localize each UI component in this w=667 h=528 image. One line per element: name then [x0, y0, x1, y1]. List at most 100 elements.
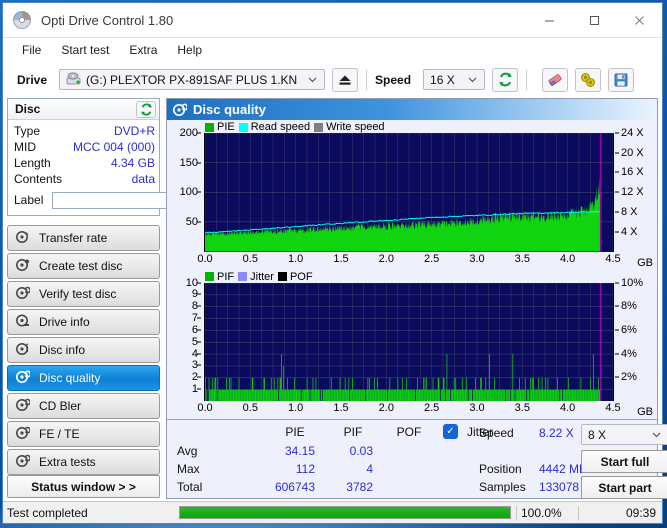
menu-start-test[interactable]: Start test	[52, 41, 118, 59]
start-part-button[interactable]: Start part	[581, 476, 667, 499]
menu-extra[interactable]: Extra	[120, 41, 166, 59]
stats-max-pif: 4	[366, 462, 373, 476]
axis-tick-label: 2.0	[378, 402, 394, 414]
disc-info-panel: Disc Type DVD+R MID MCC 004 (000) Length…	[7, 98, 224, 216]
row-key: MID	[14, 140, 36, 154]
axis-tick	[615, 171, 619, 173]
jitter-checkbox[interactable]: ✓	[443, 424, 458, 439]
sidebar-item-fe-te[interactable]: FE / TE	[7, 421, 160, 447]
pie-x-axis-labels: 0.0 0.5 1.0 1.5 2.0 2.5 3.0 3.5 4.0 4.5 GB	[197, 252, 653, 269]
chevron-down-icon	[308, 75, 317, 85]
axis-tick	[615, 376, 619, 378]
sidebar-item-disc-quality[interactable]: Disc quality	[7, 365, 160, 391]
disc-refresh-button[interactable]	[136, 100, 156, 118]
sidebar-item-label: Create test disc	[39, 259, 123, 273]
stats-row-max-label: Max	[177, 462, 200, 476]
axis-tick-label: 0.0	[197, 252, 213, 265]
pie-chart: PIE Read speed Write speed 50 100 150 200 4…	[167, 120, 657, 270]
sidebar-item-disc-info[interactable]: Disc info	[7, 337, 160, 363]
axis-tick-label: 1.5	[333, 252, 349, 265]
stats-avg-pie: 34.15	[284, 444, 315, 458]
legend-label: PIF	[217, 270, 235, 283]
axis-tick	[615, 132, 619, 134]
settings-button[interactable]	[575, 67, 602, 92]
stats-col-pof: POF	[396, 425, 422, 439]
axis-tick-label: 3.0	[469, 252, 485, 265]
disc-icon	[16, 258, 30, 275]
axis-tick	[197, 329, 201, 331]
save-button[interactable]	[608, 67, 635, 92]
axis-tick	[197, 221, 201, 223]
sidebar-item-extra-tests[interactable]: Extra tests	[7, 449, 160, 475]
menu-file[interactable]: File	[13, 41, 50, 59]
app-disc-icon	[12, 10, 32, 30]
axis-tick-label: 4.5	[605, 402, 621, 414]
sidebar-item-label: Drive info	[39, 315, 90, 329]
speed-stat-label: Speed	[479, 426, 514, 440]
axis-tick	[197, 305, 201, 307]
sidebar-item-transfer-rate[interactable]: Transfer rate	[7, 225, 160, 251]
pie-plot-svg	[205, 133, 613, 252]
row-value: data	[131, 172, 155, 186]
pif-y2-axis-labels: 2% 4% 6% 8% 10%	[615, 277, 657, 402]
speed-select[interactable]: 16 X	[423, 69, 486, 90]
axis-tick-label: 6%	[621, 323, 637, 336]
sidebar-item-cd-bler[interactable]: CD Bler	[7, 393, 160, 419]
axis-tick-label: 150	[179, 156, 198, 169]
label-text: Label	[14, 193, 44, 207]
legend-label: Read speed	[250, 121, 311, 133]
sidebar-item-label: CD Bler	[39, 399, 82, 413]
chevron-down-icon	[468, 75, 477, 85]
pif-chart: PIF Jitter POF 1 2 3 4 5 6 7 8 9 10 2% 4% 6% 8% 10% 0…	[167, 270, 657, 420]
row-value: 4.34 GB	[110, 156, 155, 170]
row-key: Length	[14, 156, 51, 170]
axis-tick	[197, 317, 201, 319]
disc-icon	[16, 230, 30, 247]
disc-panel-header: Disc	[8, 99, 159, 120]
start-full-button[interactable]: Start full	[581, 450, 667, 473]
drive-select[interactable]: (G:) PLEXTOR PX-891SAF PLUS 1.KN	[59, 69, 326, 90]
disc-row-mid: MID MCC 004 (000)	[14, 139, 155, 155]
axis-tick-label: 3.5	[514, 402, 530, 414]
toolbar-divider	[366, 69, 368, 90]
drive-value: (G:) PLEXTOR PX-891SAF PLUS 1.KN	[86, 72, 298, 87]
refresh-button[interactable]	[492, 67, 519, 92]
minimize-button[interactable]	[527, 3, 572, 37]
axis-tick	[197, 282, 201, 283]
eject-button[interactable]	[332, 67, 359, 92]
legend-swatch	[277, 272, 287, 281]
axis-tick-label: 4.0	[560, 252, 576, 265]
title-bar: Opti Drive Control 1.80	[3, 3, 662, 38]
sidebar-item-verify-test-disc[interactable]: Verify test disc	[7, 281, 160, 307]
axis-tick-label: 10%	[621, 276, 644, 289]
disc-icon	[173, 103, 187, 117]
erase-button[interactable]	[542, 67, 569, 92]
test-speed-select[interactable]: 8 X	[581, 424, 667, 445]
axis-tick-label: 2.5	[424, 402, 440, 414]
axis-tick	[615, 305, 619, 307]
application-window: Opti Drive Control 1.80 File Start test …	[2, 2, 667, 524]
axis-tick-label: 12 X	[621, 186, 644, 199]
axis-tick-label: 3.5	[514, 252, 530, 265]
axis-unit-label: GB	[637, 406, 653, 418]
elapsed-time: 09:39	[578, 505, 662, 520]
sidebar-item-label: Verify test disc	[39, 287, 117, 301]
sidebar-item-label: FE / TE	[39, 427, 80, 441]
check-icon: ✓	[446, 426, 455, 437]
status-window-button[interactable]: Status window > >	[7, 475, 160, 498]
sidebar-item-create-test-disc[interactable]: Create test disc	[7, 253, 160, 279]
sidebar-item-drive-info[interactable]: Drive info	[7, 309, 160, 335]
axis-tick	[197, 364, 201, 366]
legend-item-write-speed: Write speed	[314, 121, 385, 133]
close-button[interactable]	[617, 3, 662, 37]
sidebar-item-label: Disc info	[39, 343, 86, 357]
menu-help[interactable]: Help	[168, 41, 211, 59]
refresh-icon	[140, 103, 152, 115]
legend-swatch	[238, 122, 248, 132]
row-value: DVD+R	[113, 124, 155, 138]
test-speed-value: 8 X	[588, 427, 607, 442]
axis-tick	[615, 152, 619, 154]
axis-tick-label: 2%	[621, 371, 637, 384]
maximize-button[interactable]	[572, 3, 617, 37]
disc-row-type: Type DVD+R	[14, 123, 155, 139]
